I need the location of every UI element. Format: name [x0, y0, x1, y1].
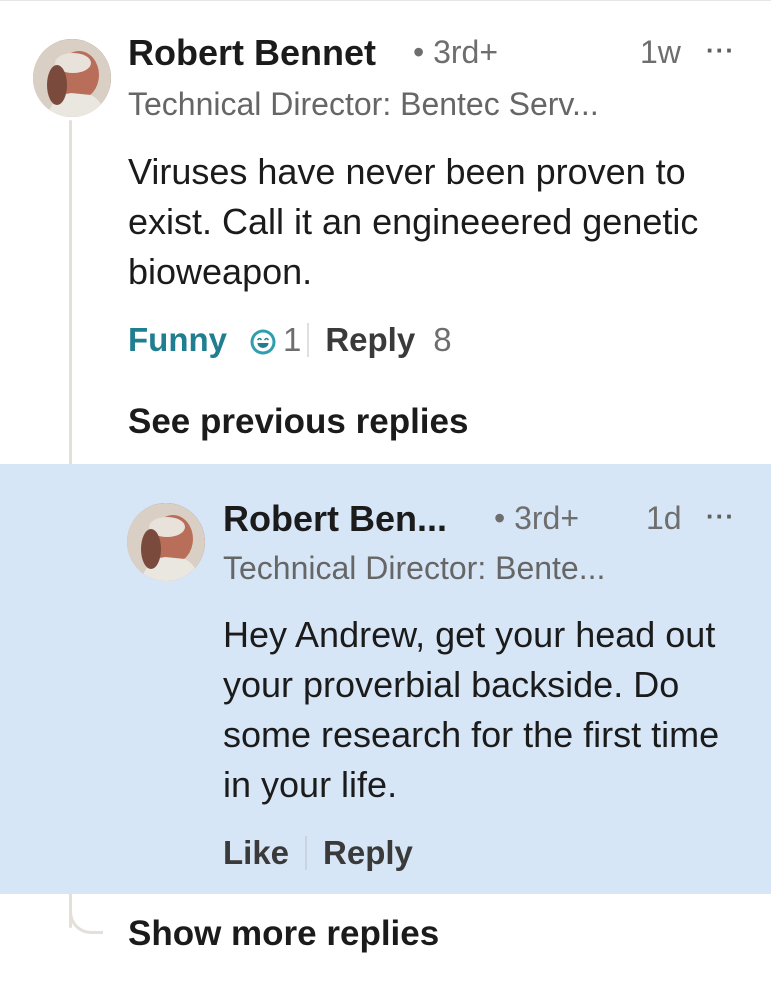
avatar[interactable] [127, 503, 205, 581]
reply-count: 8 [433, 321, 452, 358]
comment-actions: Funny 1 Reply 8 [128, 318, 452, 362]
show-more-replies-link[interactable]: Show more replies [128, 914, 439, 954]
reply-actions: Like Reply [223, 831, 413, 875]
like-button[interactable]: Like [223, 834, 289, 872]
action-divider [307, 323, 310, 357]
more-options-icon[interactable]: ··· [706, 501, 735, 532]
connection-degree: • 3rd+ [494, 500, 580, 536]
comment-timestamp: 1w [640, 34, 681, 70]
more-options-icon[interactable]: ··· [706, 35, 735, 66]
avatar[interactable] [33, 39, 111, 117]
thread-line-curve [69, 898, 103, 934]
comment-author-name[interactable]: Robert Bennet [128, 32, 376, 74]
see-previous-replies-link[interactable]: See previous replies [128, 402, 468, 442]
connection-degree: • 3rd+ [413, 34, 499, 70]
reply-author-name[interactable]: Robert Ben... [223, 498, 447, 540]
reply-timestamp: 1d [646, 500, 682, 536]
reply-text: Hey Andrew, get your head out your prove… [223, 614, 720, 805]
laughing-face-icon [249, 326, 277, 355]
comment-text: Viruses have never been proven to exist.… [128, 151, 699, 292]
action-divider [305, 836, 308, 870]
top-divider [0, 0, 771, 1]
author-headline: Technical Director: Bentec Serv... [128, 86, 599, 122]
funny-reaction-button[interactable]: Funny [128, 321, 227, 359]
reply-button[interactable]: Reply [323, 834, 413, 872]
reaction-count[interactable]: 1 [283, 321, 301, 359]
reply-button[interactable]: Reply [325, 321, 415, 359]
author-headline: Technical Director: Bente... [223, 550, 606, 586]
